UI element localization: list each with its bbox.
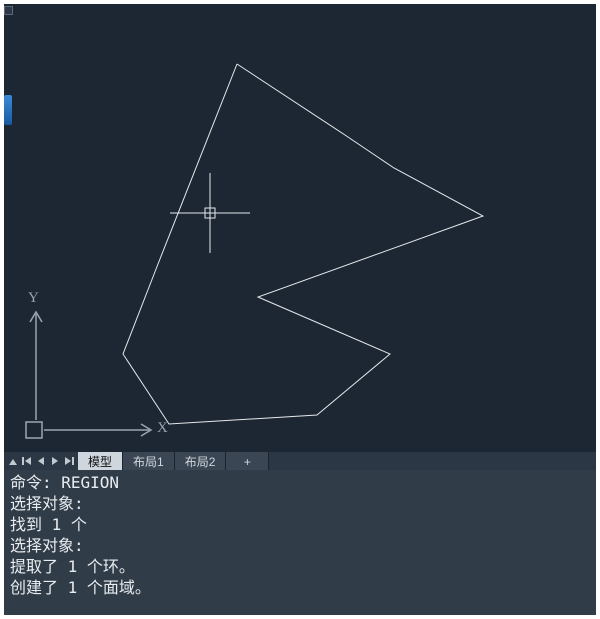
command-line: 创建了 1 个面域。 — [10, 577, 590, 598]
tab-first-icon[interactable] — [20, 453, 34, 469]
command-line: 提取了 1 个环。 — [10, 556, 590, 577]
command-line: 选择对象: — [10, 493, 590, 514]
tab-prev-icon[interactable] — [34, 453, 48, 469]
layout-tab-1[interactable]: 布局1 — [123, 452, 175, 470]
ucs-y-label: Y — [28, 290, 39, 307]
drawing-svg — [4, 4, 596, 452]
layout-tab-strip: 模型布局1布局2+ — [4, 452, 596, 470]
command-line: 选择对象: — [10, 535, 590, 556]
layout-tab-2[interactable]: 布局2 — [175, 452, 227, 470]
add-layout-tab[interactable]: + — [226, 452, 269, 470]
ucs-x-label: X — [157, 420, 168, 437]
command-window[interactable]: 命令: REGION选择对象:找到 1 个选择对象:提取了 1 个环。创建了 1… — [4, 470, 596, 615]
layout-tab-0[interactable]: 模型 — [78, 452, 123, 470]
tab-nav-controls — [4, 452, 78, 470]
tab-menu-icon[interactable] — [6, 453, 20, 469]
tab-last-icon[interactable] — [62, 453, 76, 469]
drawing-canvas[interactable]: X Y — [4, 4, 596, 452]
tab-next-icon[interactable] — [48, 453, 62, 469]
command-line: 命令: REGION — [10, 472, 590, 493]
command-line: 找到 1 个 — [10, 514, 590, 535]
